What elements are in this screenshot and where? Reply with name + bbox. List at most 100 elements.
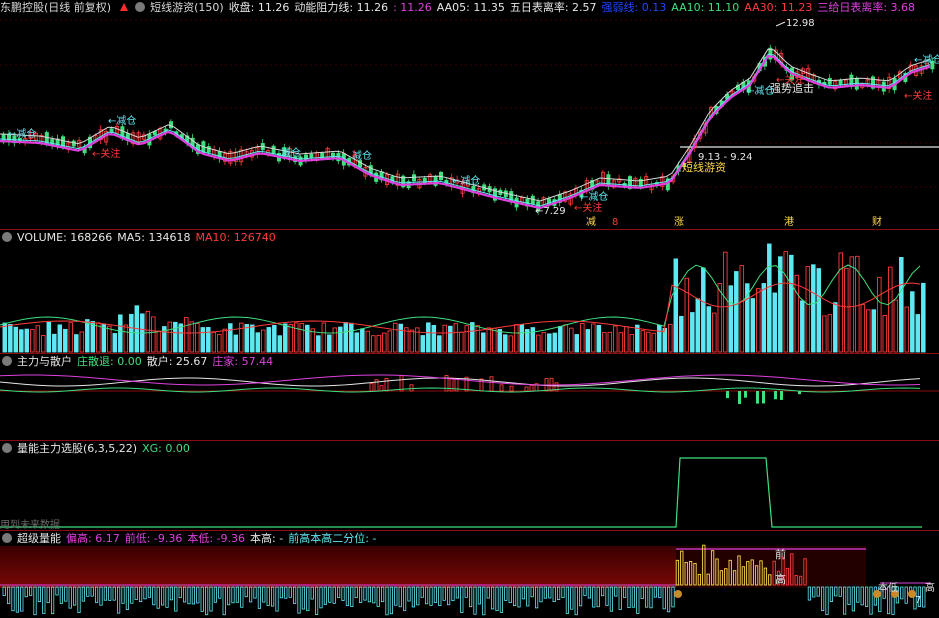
volume-bar <box>871 309 877 353</box>
energy-bar-down <box>187 586 191 605</box>
energy-bar-down <box>222 586 226 616</box>
energy-bar-down <box>821 586 825 611</box>
volume-bar <box>118 314 123 353</box>
energy-bar-down <box>499 586 504 613</box>
volume-bar <box>475 325 481 353</box>
candle-body <box>827 78 832 85</box>
reduce-label-7: ←减仓 <box>746 84 774 97</box>
force-chart[interactable] <box>0 354 939 440</box>
volume-bar <box>90 321 96 353</box>
volume-bar <box>442 324 448 353</box>
volume-bar <box>602 332 607 353</box>
volume-bar <box>783 251 789 353</box>
volume-bar <box>635 324 640 353</box>
energy-bar-down <box>306 586 310 612</box>
energy-bar-down <box>869 586 873 615</box>
reduce-label-2: 减仓 <box>281 146 301 159</box>
energy-bar-down <box>468 586 473 608</box>
energy-bar-down <box>174 586 178 612</box>
energy-bar-down <box>2 586 6 596</box>
volume-bar <box>349 322 354 353</box>
energy-bar-down <box>504 586 508 601</box>
volume-bar <box>123 324 129 353</box>
volume-bar <box>96 322 101 353</box>
marker-4: 港 <box>784 216 794 228</box>
energy-bar-down <box>667 586 671 613</box>
volume-bar <box>860 304 866 353</box>
energy-pane[interactable]: 超级量能 偏高: 6.17 前低: -9.36 本低: -9.36 本高: - 前高本高二… <box>0 531 939 618</box>
energy-bar-down <box>46 586 50 604</box>
energy-bar-down <box>429 586 433 606</box>
volume-chart[interactable] <box>0 230 939 353</box>
volume-bar <box>723 251 728 353</box>
volume-bar <box>585 329 591 353</box>
volume-bar <box>684 277 690 353</box>
volume-bar <box>13 326 19 353</box>
volume-bar <box>519 324 525 353</box>
volume-bar <box>899 257 904 353</box>
volume-bar <box>624 326 629 353</box>
volume-bar <box>772 292 778 353</box>
volume-bar <box>706 306 712 353</box>
energy-bar-down <box>402 586 407 611</box>
energy-bar-down <box>601 586 605 597</box>
volume-bar <box>431 324 437 353</box>
volume-bar <box>728 285 734 353</box>
force-dealer-line <box>0 374 921 386</box>
marker-1: 减 <box>586 216 596 228</box>
energy-bar-down <box>165 586 169 608</box>
energy-bar-down <box>363 586 367 601</box>
energy-bar-down <box>130 586 134 604</box>
energy-bar-down <box>288 586 292 598</box>
volume-bar <box>332 327 338 353</box>
energy-bar-down <box>398 586 402 608</box>
volume-bar <box>882 315 888 353</box>
energy-bar-down <box>565 586 570 614</box>
energy-bar-down <box>455 586 460 599</box>
force-bar-down <box>738 391 741 404</box>
energy-label-r2: 7 <box>915 595 921 606</box>
reduce-label-3: ←减仓 <box>108 114 136 127</box>
price-pane[interactable]: 东鹏控股(日线 前复权) 短线游资(150) 收盘: 11.26 动能阻力线: 11.… <box>0 0 939 229</box>
select-chart[interactable] <box>0 441 939 530</box>
volume-bar <box>448 325 453 353</box>
energy-bar-down <box>653 586 658 598</box>
force-bar-down <box>744 391 747 398</box>
volume-bar <box>272 325 277 353</box>
energy-bar-down <box>95 586 99 603</box>
volume-bar <box>563 324 569 353</box>
energy-bar-down <box>552 586 556 602</box>
energy-bar-down <box>270 586 275 607</box>
force-bar <box>374 379 379 392</box>
energy-chart[interactable]: 前 高 高 本低 7 <box>0 531 939 618</box>
energy-bar-down <box>561 586 565 598</box>
energy-bar-down <box>477 586 482 605</box>
volume-bar <box>74 334 79 353</box>
energy-bar-down <box>108 586 112 601</box>
volume-bar <box>481 332 486 353</box>
energy-bar-down <box>605 586 609 606</box>
volume-bar <box>189 321 195 353</box>
volume-bar <box>2 322 8 353</box>
volume-bar <box>409 329 415 353</box>
price-chart[interactable]: 12.98 ←7.29 9.13 - 9.24 短线游资 强势追击 ←减仓 减仓… <box>0 0 939 229</box>
volume-bar <box>712 312 717 353</box>
energy-bar-down <box>33 586 37 616</box>
volume-bar <box>640 330 646 353</box>
force-pane[interactable]: 主力与散户 庄散退: 0.00 散户: 25.67 庄家: 57.44 <box>0 354 939 440</box>
volume-bar <box>360 328 365 353</box>
volume-pane[interactable]: VOLUME: 168266 MA5: 134618 MA10: 126740 <box>0 230 939 353</box>
volume-bar <box>145 310 151 353</box>
energy-bar-down <box>112 586 116 601</box>
select-pane[interactable]: 量能主力选股(6,3,5,22) XG: 0.00 用到未来数据 <box>0 441 939 530</box>
volume-bar <box>470 322 475 353</box>
high-pointer <box>775 21 786 27</box>
force-bar-down <box>762 391 765 404</box>
force-bars <box>369 374 801 404</box>
energy-bar-down <box>649 586 653 609</box>
volume-bar <box>151 316 156 353</box>
energy-bar-down <box>341 586 345 601</box>
energy-bar-down <box>200 586 204 612</box>
marker-2: 8 <box>612 217 618 228</box>
focus-label-4: ←关注 <box>904 89 932 102</box>
